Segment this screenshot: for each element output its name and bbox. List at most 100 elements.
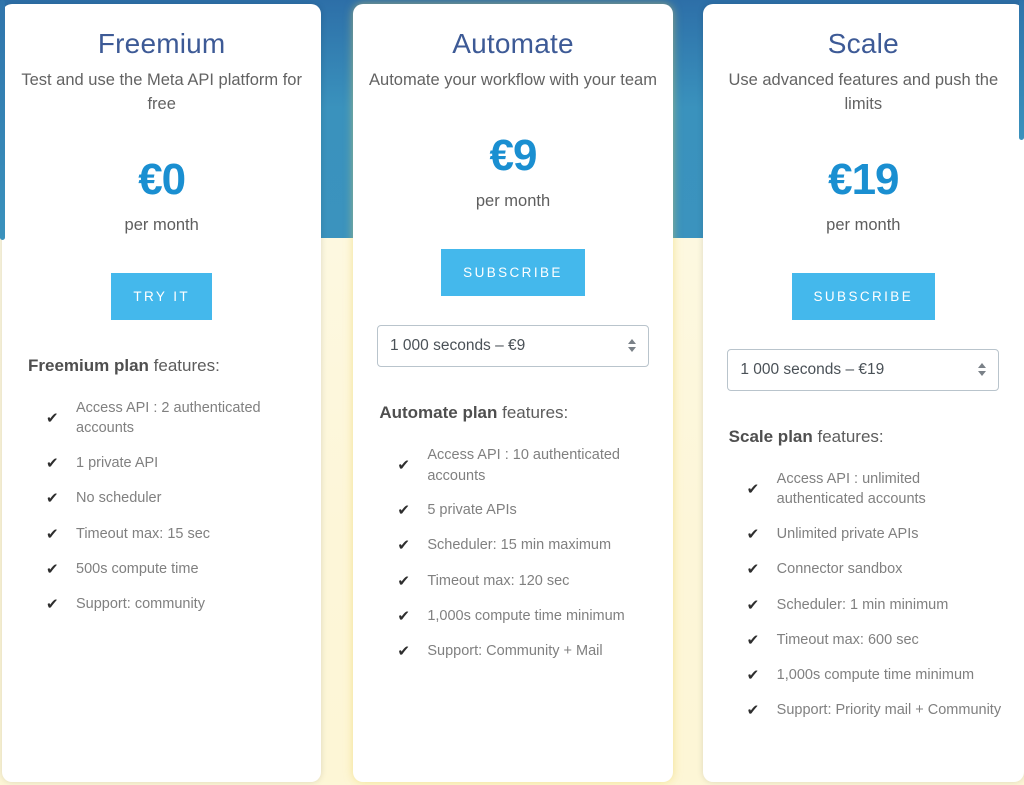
spinner-icon[interactable]: [976, 363, 988, 377]
feature-label: Scheduler: 1 min minimum: [776, 596, 949, 613]
feature-item: ✔ Scheduler: 1 min minimum: [747, 595, 1002, 616]
pricing-cards-container: Freemium Test and use the Meta API platf…: [0, 0, 1024, 785]
feature-label: Timeout max: 120 sec: [427, 572, 570, 589]
feature-label: Connector sandbox: [776, 561, 903, 578]
feature-label: 1,000s compute time minimum: [427, 607, 625, 624]
feature-label: Access API : 2 authenticated accounts: [76, 399, 261, 437]
check-icon: ✔: [746, 631, 760, 649]
try-it-button[interactable]: TRY IT: [111, 272, 212, 320]
check-icon: ✔: [746, 667, 760, 685]
check-icon: ✔: [46, 409, 59, 427]
features-heading-plan: Freemium plan: [28, 355, 149, 375]
features-list: ✔ Access API : 10 authenticated accounts …: [379, 445, 650, 663]
features-heading-suffix: features:: [497, 402, 569, 422]
plan-period: per month: [475, 191, 551, 210]
feature-label: Timeout max: 15 sec: [76, 525, 211, 542]
feature-item: ✔ Support: Priority mail + Community: [747, 700, 1002, 721]
pricing-card-scale[interactable]: Scale Use advanced features and push the…: [702, 4, 1024, 782]
feature-item: ✔ Timeout max: 15 sec: [46, 524, 299, 545]
features-list: ✔ Access API : unlimited authenticated ac…: [729, 469, 1002, 722]
chevron-up-icon[interactable]: [978, 363, 987, 369]
features-section: Freemium plan features: ✔ Access API : 2 …: [2, 356, 321, 630]
features-heading-suffix: features:: [148, 355, 220, 375]
feature-item: ✔ No scheduler: [46, 488, 299, 509]
plan-period: per month: [124, 215, 199, 234]
feature-item: ✔ 1,000s compute time minimum: [397, 606, 650, 627]
check-icon: ✔: [46, 525, 59, 543]
compute-time-select[interactable]: 1 000 seconds – €9: [376, 324, 649, 367]
plan-period: per month: [826, 215, 901, 234]
feature-label: Support: community: [76, 596, 205, 613]
check-icon: ✔: [397, 572, 410, 590]
pricing-card-freemium[interactable]: Freemium Test and use the Meta API platf…: [2, 4, 322, 782]
feature-label: Unlimited private APIs: [776, 526, 919, 542]
check-icon: ✔: [397, 607, 410, 625]
feature-label: 5 private APIs: [427, 502, 517, 519]
feature-item: ✔ 5 private APIs: [397, 500, 650, 521]
compute-time-select-value: 1 000 seconds – €9: [389, 336, 526, 354]
subscribe-button[interactable]: SUBSCRIBE: [441, 248, 585, 296]
check-icon: ✔: [397, 456, 410, 474]
features-section: Scale plan features: ✔ Access API : unlim…: [703, 427, 1024, 736]
chevron-down-icon[interactable]: [627, 347, 636, 353]
pricing-card-automate[interactable]: Automate Automate your workflow with you…: [353, 4, 673, 782]
feature-label: Support: Community + Mail: [427, 643, 603, 660]
feature-item: ✔ Support: community: [46, 594, 299, 615]
pricing-page: Freemium Test and use the Meta API platf…: [0, 0, 1024, 785]
check-icon: ✔: [746, 596, 760, 614]
plan-price: €19: [828, 154, 899, 204]
plan-title: Automate: [452, 28, 574, 59]
compute-time-select-value: 1 000 seconds – €19: [740, 360, 885, 378]
check-icon: ✔: [46, 455, 59, 472]
chevron-up-icon[interactable]: [627, 339, 636, 345]
check-icon: ✔: [46, 490, 59, 508]
feature-label: Scheduler: 15 min maximum: [427, 537, 612, 554]
feature-item: ✔ Timeout max: 600 sec: [747, 630, 1002, 651]
feature-item: ✔ Scheduler: 15 min maximum: [397, 535, 650, 556]
feature-item: ✔ Connector sandbox: [747, 559, 1002, 580]
feature-label: Access API : 10 authenticated accounts: [427, 446, 620, 484]
feature-item: ✔ Timeout max: 120 sec: [397, 571, 650, 592]
plan-tagline: Use advanced features and push the limit…: [728, 71, 999, 113]
check-icon: ✔: [46, 596, 59, 614]
feature-label: 500s compute time: [76, 560, 199, 577]
check-icon: ✔: [46, 560, 59, 578]
features-heading: Freemium plan features:: [28, 356, 299, 376]
features-list: ✔ Access API : 2 authenticated accounts ✔…: [28, 398, 299, 616]
feature-label: Access API : unlimited authenticated acc…: [776, 470, 926, 508]
check-icon: ✔: [397, 537, 410, 555]
plan-tagline: Automate your workflow with your team: [369, 71, 657, 89]
feature-item: ✔ 500s compute time: [46, 559, 299, 580]
features-heading-suffix: features:: [812, 426, 884, 446]
feature-label: No scheduler: [76, 490, 162, 507]
feature-item: ✔ Support: Community + Mail: [397, 641, 650, 662]
check-icon: ✔: [746, 480, 760, 498]
chevron-down-icon[interactable]: [978, 371, 987, 377]
spinner-icon[interactable]: [626, 339, 638, 353]
features-heading-plan: Scale plan: [728, 426, 813, 446]
check-icon: ✔: [746, 561, 760, 579]
subscribe-button[interactable]: SUBSCRIBE: [791, 272, 936, 320]
plan-price: €9: [489, 130, 538, 180]
check-icon: ✔: [397, 643, 410, 661]
feature-item: ✔ 1 private API: [46, 453, 299, 474]
plan-title: Scale: [827, 28, 899, 59]
feature-item: ✔ Access API : 2 authenticated accounts: [46, 398, 299, 439]
feature-item: ✔ 1,000s compute time minimum: [747, 665, 1002, 686]
plan-title: Freemium: [97, 28, 226, 59]
plan-tagline: Test and use the Meta API platform for f…: [21, 71, 302, 113]
features-heading-plan: Automate plan: [379, 402, 498, 422]
feature-item: ✔ Access API : unlimited authenticated ac…: [747, 469, 1002, 510]
feature-label: 1,000s compute time minimum: [776, 667, 975, 684]
compute-time-select[interactable]: 1 000 seconds – €19: [727, 348, 1000, 391]
feature-label: Support: Priority mail + Community: [776, 702, 1002, 719]
feature-item: ✔ Unlimited private APIs: [747, 524, 1002, 545]
feature-item: ✔ Access API : 10 authenticated accounts: [397, 445, 650, 486]
check-icon: ✔: [746, 702, 760, 720]
features-section: Automate plan features: ✔ Access API : 10…: [353, 403, 672, 677]
check-icon: ✔: [746, 526, 760, 543]
features-heading: Scale plan features:: [729, 427, 1002, 447]
features-heading: Automate plan features:: [379, 403, 650, 423]
feature-label: Timeout max: 600 sec: [776, 631, 919, 648]
feature-label: 1 private API: [76, 455, 159, 471]
